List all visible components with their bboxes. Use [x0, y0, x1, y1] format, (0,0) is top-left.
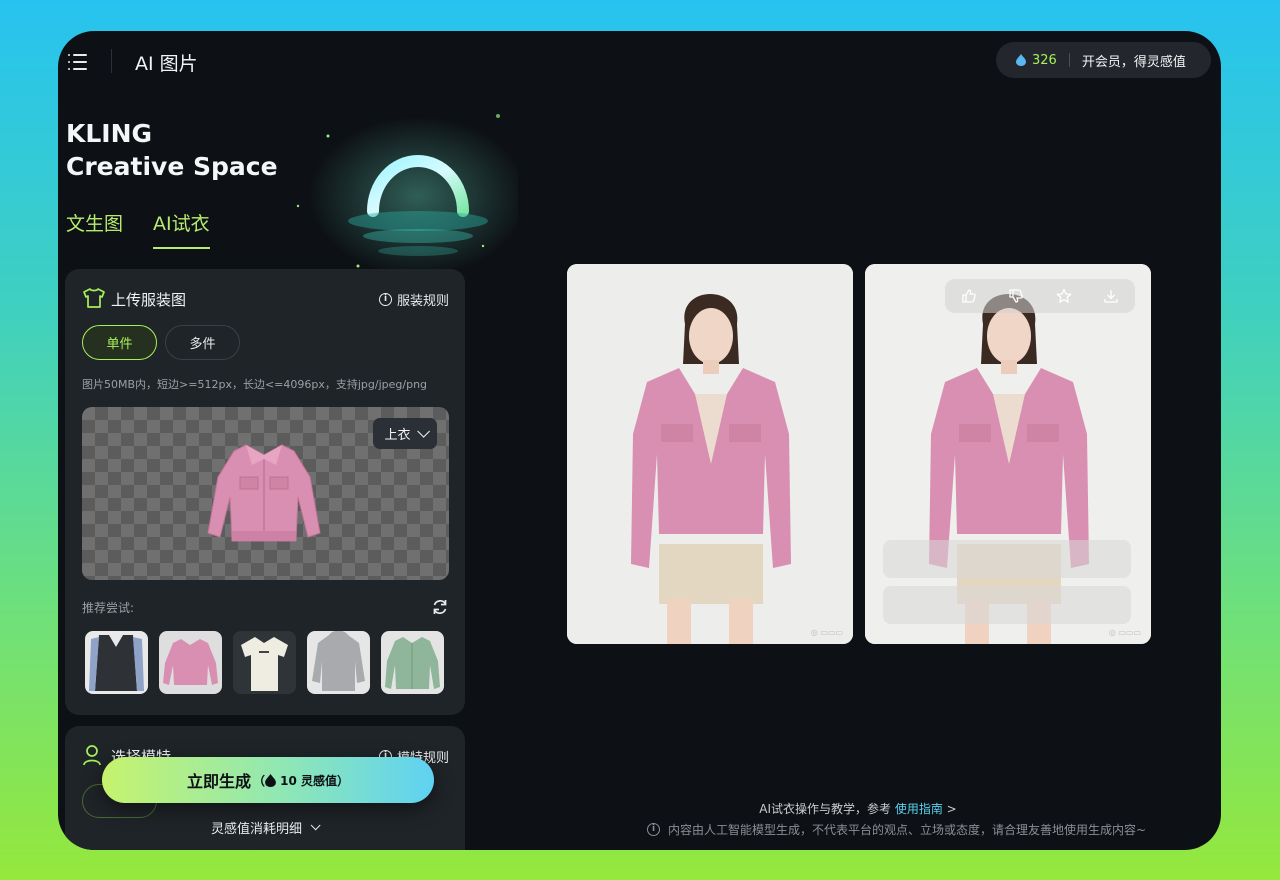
- result-action-toolbar: [945, 279, 1135, 313]
- refresh-icon[interactable]: [431, 598, 449, 616]
- thumbs-up-icon[interactable]: [961, 288, 977, 304]
- watermark-logo: ◎ ▭▭▭: [1108, 628, 1141, 637]
- header-divider: [111, 49, 112, 73]
- upload-garment-panel: 上传服装图 i 服装规则 单件 多件 图片50MB内，短边>=512px，长边<…: [65, 269, 465, 715]
- app-title: AI 图片: [135, 53, 198, 75]
- person-icon: [83, 745, 101, 766]
- garment-rules-label: 服装规则: [396, 294, 449, 309]
- star-icon[interactable]: [1056, 288, 1072, 304]
- result-image-2[interactable]: ◎ ▭▭▭: [865, 264, 1151, 644]
- recommended-item-green-jacket[interactable]: [381, 631, 444, 694]
- recommended-item-pink-jacket[interactable]: [159, 631, 222, 694]
- recommend-label: 推荐尝试:: [82, 601, 135, 615]
- disclaimer-line: i 内容由人工智能模型生成，不代表平台的观点、立场或态度，请合理友善地使用生成内…: [647, 821, 1146, 838]
- multi-item-chip[interactable]: 多件: [165, 325, 240, 360]
- recommended-item-grey-hoodie[interactable]: [307, 631, 370, 694]
- garment-upload-area[interactable]: 上衣: [82, 407, 449, 580]
- credits-count: 326: [1032, 52, 1057, 68]
- flame-drop-icon: [1016, 54, 1026, 66]
- generate-cost-value: 10 灵感值: [280, 773, 338, 788]
- upload-panel-title: 上传服装图: [111, 291, 187, 309]
- info-icon: i: [647, 823, 660, 836]
- watermark-logo: ◎ ▭▭▭: [810, 628, 843, 637]
- tab-ai-try-on[interactable]: AI试衣: [153, 209, 210, 249]
- brand-title: KLING Creative Space: [66, 117, 278, 183]
- flame-icon: [265, 773, 276, 787]
- garment-category-select[interactable]: 上衣: [373, 418, 437, 449]
- recommended-garments: [85, 631, 444, 694]
- cost-details-label: 灵感值消耗明细: [211, 822, 303, 837]
- garment-rules-link[interactable]: i 服装规则: [378, 290, 449, 309]
- mode-tabs: 文生图 AI试衣: [66, 209, 210, 249]
- generate-label: 立即生成: [186, 772, 251, 791]
- thumbs-down-icon[interactable]: [1008, 288, 1024, 304]
- info-icon: i: [378, 293, 392, 306]
- recommended-item-black-vest[interactable]: [85, 631, 148, 694]
- recommended-item-white-polo[interactable]: [233, 631, 296, 694]
- membership-link[interactable]: 开会员，得灵感值: [1082, 51, 1186, 70]
- garment-category-value: 上衣: [384, 428, 411, 443]
- tutorial-suffix: >: [946, 802, 957, 816]
- disclaimer-text: 内容由人工智能模型生成，不代表平台的观点、立场或态度，请合理友善地使用生成内容~: [668, 823, 1147, 837]
- menu-icon[interactable]: [68, 53, 88, 71]
- model-photo: [567, 264, 853, 644]
- shirt-icon: [83, 288, 105, 308]
- tutorial-link[interactable]: 使用指南: [895, 802, 943, 816]
- hero-ring-illustration: [296, 114, 518, 276]
- tutorial-line: AI试衣操作与教学，参考 使用指南 >: [708, 800, 1008, 817]
- chevron-down-icon: [416, 425, 430, 438]
- generate-button[interactable]: 立即生成 （ 10 灵感值）: [102, 757, 434, 803]
- app-window: AI 图片 326 开会员，得灵感值 KLING Creative Space: [58, 31, 1221, 850]
- result-overlay-action-2[interactable]: [883, 586, 1131, 624]
- tutorial-prefix: AI试衣操作与教学，参考: [759, 802, 891, 816]
- pill-divider: [1068, 53, 1070, 67]
- brand-line-kling: KLING: [66, 119, 153, 148]
- result-image-1[interactable]: ◎ ▭▭▭: [567, 264, 853, 644]
- generate-cost: （ 10 灵感值）: [252, 773, 350, 788]
- tab-text-to-image[interactable]: 文生图: [66, 209, 123, 249]
- single-item-chip[interactable]: 单件: [82, 325, 157, 360]
- upload-hint: 图片50MB内，短边>=512px，长边<=4096px，支持jpg/jpeg/…: [82, 378, 428, 391]
- cost-details-toggle[interactable]: 灵感值消耗明细: [211, 818, 321, 837]
- brand-line-creative-space: Creative Space: [66, 152, 278, 181]
- credits-pill[interactable]: 326 开会员，得灵感值: [996, 42, 1211, 78]
- garment-preview-image: [207, 444, 321, 542]
- result-overlay-action-1[interactable]: [883, 540, 1131, 578]
- download-icon[interactable]: [1103, 288, 1119, 304]
